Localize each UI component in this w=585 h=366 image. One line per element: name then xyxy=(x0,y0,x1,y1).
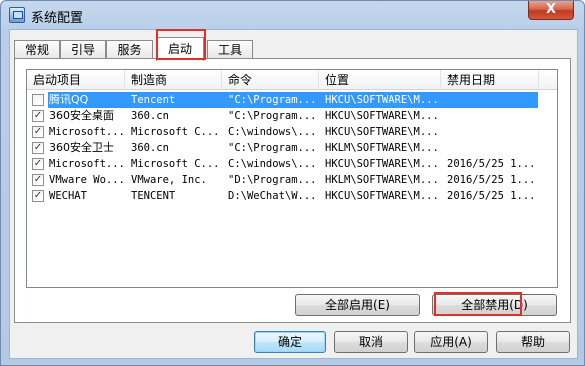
registry-location: HKLM\SOFTWARE\M... xyxy=(325,142,439,154)
system-config-app-icon xyxy=(9,7,25,23)
startup-item-name: Microsoft... xyxy=(49,158,125,170)
registry-location: HKCU\SOFTWARE\M... xyxy=(325,190,439,202)
command: D:\WeChat\W... xyxy=(228,190,317,202)
startup-item-name: WECHAT xyxy=(49,190,87,202)
table-row[interactable]: ✓ 360安全卫士 360.cn "C:\Program... HKLM\SOFTWAR… xyxy=(27,140,557,156)
manufacturer: Microsoft C... xyxy=(131,126,220,138)
table-row[interactable]: ✓ Microsoft... Microsoft C... C:\windows\..… xyxy=(27,156,557,172)
table-row[interactable]: ✓ WECHAT TENCENT D:\WeChat\W... HKCU\SOFTWAR… xyxy=(27,188,557,204)
title-bar[interactable]: 系统配置 X xyxy=(1,1,584,29)
manufacturer: TENCENT xyxy=(131,190,176,202)
command: C:\windows\... xyxy=(228,158,317,170)
tab-tools[interactable]: 工具 xyxy=(207,40,253,60)
startup-item-name: Microsoft... xyxy=(49,126,125,138)
startup-item-checkbox[interactable]: ✓ xyxy=(32,142,44,154)
startup-item-checkbox[interactable]: ✓ xyxy=(32,110,44,122)
startup-item-name: 360安全卫士 xyxy=(49,141,114,154)
manufacturer: 360.cn xyxy=(131,110,169,122)
column-disabled-date[interactable]: 禁用日期 xyxy=(441,70,539,90)
registry-location: HKCU\SOFTWARE\M... xyxy=(325,110,439,122)
column-command[interactable]: 命令 xyxy=(222,70,319,90)
disabled-date: 2016/5/25 1... xyxy=(447,190,536,202)
enable-all-button[interactable]: 全部启用(E) xyxy=(295,294,420,316)
table-row[interactable]: ✓ VMware Wo... VMware, Inc. "D:\Program... H… xyxy=(27,172,557,188)
table-row[interactable]: ✓ Microsoft... Microsoft C... C:\windows\..… xyxy=(27,124,557,140)
manufacturer: Microsoft C... xyxy=(131,158,220,170)
startup-item-checkbox[interactable]: ✓ xyxy=(32,126,44,138)
command: "D:\Program... xyxy=(228,174,317,186)
startup-item-name: 360安全桌面 xyxy=(49,109,114,122)
column-manufacturer[interactable]: 制造商 xyxy=(125,70,222,90)
apply-button[interactable]: 应用(A) xyxy=(414,331,488,353)
close-button[interactable]: X xyxy=(528,1,574,20)
table-row[interactable]: ✓ 360安全桌面 360.cn "C:\Program... HKCU\SOFTWAR… xyxy=(27,108,557,124)
column-filler xyxy=(539,70,557,90)
disable-all-button[interactable]: 全部禁用(D) xyxy=(432,294,557,316)
tab-services[interactable]: 服务 xyxy=(106,40,153,60)
tab-startup[interactable]: 启动 xyxy=(156,37,204,61)
tab-boot[interactable]: 引导 xyxy=(60,40,106,60)
command: C:\windows\... xyxy=(228,126,317,138)
startup-item-checkbox[interactable]: ✓ xyxy=(32,190,44,202)
registry-location: HKCU\SOFTWARE\M... xyxy=(325,94,439,106)
window-title: 系统配置 xyxy=(31,11,84,26)
startup-item-name: 腾讯QQ xyxy=(49,93,89,106)
table-row[interactable]: 腾讯QQ Tencent "C:\Program... HKCU\SOFTWARE\M… xyxy=(27,92,557,108)
startup-item-name: VMware Wo... xyxy=(49,174,125,186)
column-startup-item[interactable]: 启动项目 xyxy=(27,70,125,90)
registry-location: HKCU\SOFTWARE\M... xyxy=(325,126,439,138)
ok-button[interactable]: 确定 xyxy=(254,331,326,353)
command: "C:\Program... xyxy=(228,110,317,122)
manufacturer: 360.cn xyxy=(131,142,169,154)
manufacturer: Tencent xyxy=(131,94,176,106)
disabled-date: 2016/5/25 1... xyxy=(447,174,536,186)
startup-item-checkbox[interactable] xyxy=(32,94,44,106)
command: "C:\Program... xyxy=(228,94,317,106)
manufacturer: VMware, Inc. xyxy=(131,174,207,186)
startup-items-list[interactable]: 启动项目 制造商 命令 位置 禁用日期 腾讯QQ Tencent "C:\Progr… xyxy=(26,69,558,288)
column-location[interactable]: 位置 xyxy=(319,70,441,90)
list-header: 启动项目 制造商 命令 位置 禁用日期 xyxy=(27,70,557,90)
startup-item-checkbox[interactable]: ✓ xyxy=(32,158,44,170)
registry-location: HKCU\SOFTWARE\M... xyxy=(325,158,439,170)
registry-location: HKLM\SOFTWARE\M... xyxy=(325,174,439,186)
disabled-date: 2016/5/25 1... xyxy=(447,158,536,170)
command: "C:\Program... xyxy=(228,142,317,154)
startup-item-checkbox[interactable]: ✓ xyxy=(32,174,44,186)
help-button[interactable]: 帮助 xyxy=(496,331,570,353)
tab-general[interactable]: 常规 xyxy=(14,40,60,60)
cancel-button[interactable]: 取消 xyxy=(334,331,408,353)
